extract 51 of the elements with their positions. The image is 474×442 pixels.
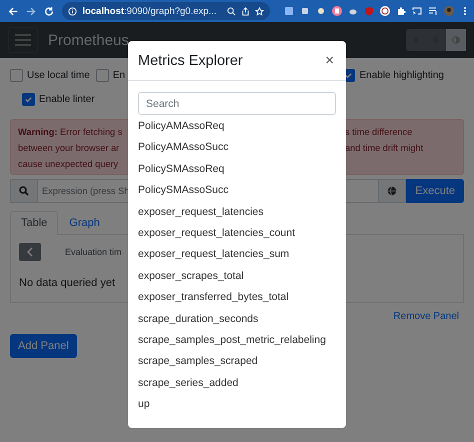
- search-icon: [19, 186, 29, 196]
- metric-item[interactable]: exposer_transferred_bytes_total: [138, 287, 336, 309]
- forward-icon[interactable]: [26, 6, 36, 16]
- metric-item[interactable]: scrape_series_added: [138, 372, 336, 394]
- zoom-icon[interactable]: [227, 6, 236, 16]
- metric-item[interactable]: scrape_samples_post_metric_relabeling: [138, 330, 336, 352]
- metric-item[interactable]: scrape_duration_seconds: [138, 308, 336, 330]
- warning-text: and time drift might: [345, 142, 424, 155]
- warning-text: cause unexpected query: [18, 158, 120, 171]
- warning-text: Warning: Error fetching s: [18, 126, 122, 139]
- metric-item[interactable]: PolicyAMAssoReq: [138, 116, 336, 138]
- search-field[interactable]: Search: [138, 92, 336, 115]
- checkbox-label: Enable linter: [39, 94, 95, 104]
- extension-icon[interactable]: [300, 6, 310, 16]
- metric-item[interactable]: PolicyAMAssoSucc: [138, 137, 336, 159]
- url-text: localhost:9090/graph?g0.exp...: [82, 6, 218, 16]
- metric-item[interactable]: exposer_request_latencies: [138, 202, 336, 224]
- avatar-icon[interactable]: [444, 6, 454, 16]
- checkbox[interactable]: [10, 68, 23, 82]
- metric-item[interactable]: PolicySMAssoSucc: [138, 180, 336, 202]
- info-icon[interactable]: [68, 6, 78, 16]
- metric-item[interactable]: scrape_samples_scraped: [138, 351, 336, 373]
- back-icon[interactable]: [8, 6, 18, 16]
- chevron-left-icon[interactable]: [27, 247, 33, 257]
- warning-text: between your browser ar: [18, 142, 120, 155]
- share-icon[interactable]: [241, 6, 250, 16]
- extension-icon[interactable]: [332, 6, 342, 16]
- checkbox-label: Enable highlighting: [359, 70, 444, 80]
- metric-item[interactable]: exposer_request_latencies_sum: [138, 244, 336, 266]
- metric-item[interactable]: exposer_request_latencies_count: [138, 223, 336, 244]
- previous-button[interactable]: [19, 243, 41, 261]
- metric-item[interactable]: exposer_scrapes_total: [138, 266, 336, 288]
- checkbox-label: Use local time: [27, 70, 90, 80]
- metric-item[interactable]: PolicySMAssoReq: [138, 158, 336, 180]
- tab[interactable]: Table: [10, 211, 58, 235]
- puzzle-icon[interactable]: [396, 6, 406, 16]
- extension-icon[interactable]: [380, 6, 390, 16]
- empty-message: No data queried yet: [19, 277, 116, 289]
- reload-icon[interactable]: [44, 6, 54, 16]
- checkbox[interactable]: [96, 68, 109, 82]
- checkbox-label: En: [112, 70, 126, 80]
- cast-icon[interactable]: [412, 6, 422, 16]
- playlist-icon[interactable]: [428, 6, 438, 16]
- address-bar[interactable]: localhost:9090/graph?g0.exp...: [62, 2, 270, 20]
- evaluation-time-field[interactable]: Evaluation tim: [49, 247, 122, 257]
- extension-icon[interactable]: [316, 6, 326, 16]
- metric-item[interactable]: up: [138, 394, 336, 416]
- dialog-title: Metrics Explorer: [138, 52, 243, 68]
- close-button[interactable]: ×: [323, 52, 336, 69]
- star-icon[interactable]: [255, 6, 264, 16]
- globe-icon[interactable]: [387, 186, 398, 196]
